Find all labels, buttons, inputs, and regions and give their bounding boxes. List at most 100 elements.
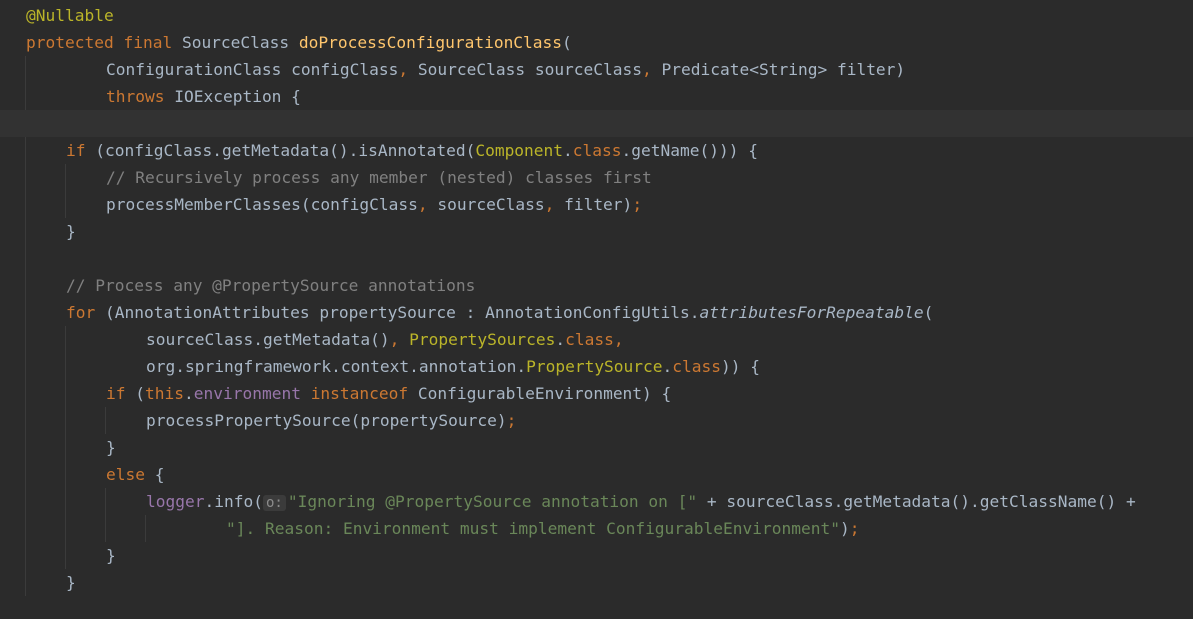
code-token: ) <box>839 519 850 538</box>
code-line[interactable] <box>0 245 1193 272</box>
code-line-content: else { <box>106 461 164 488</box>
code-line-content: } <box>106 434 116 461</box>
code-token: class <box>672 357 722 376</box>
code-token: , <box>389 330 410 349</box>
code-token: ConfigurationClass configClass <box>106 60 399 79</box>
code-line-content: // Process any @PropertySource annotatio… <box>66 272 475 299</box>
code-line[interactable]: processPropertySource(propertySource); <box>0 407 1193 434</box>
code-token: attributesForRepeatable <box>699 303 924 322</box>
code-line[interactable] <box>0 596 1193 619</box>
code-line[interactable]: } <box>0 542 1193 569</box>
code-line[interactable]: ConfigurationClass configClass, SourceCl… <box>0 56 1193 83</box>
code-token: + sourceClass.getMetadata().getClassName… <box>697 492 1136 511</box>
code-token: . <box>183 384 194 403</box>
code-token: // Process any @PropertySource annotatio… <box>66 276 476 295</box>
code-line[interactable]: processMemberClasses(configClass, source… <box>0 191 1193 218</box>
code-line[interactable]: // Recursively process any member (neste… <box>0 164 1193 191</box>
code-token: (AnnotationAttributes propertySource : A… <box>95 303 700 322</box>
code-line-content: } <box>106 542 116 569</box>
code-line-content: processMemberClasses(configClass, source… <box>106 191 642 218</box>
code-editor[interactable]: @Nullable protected final SourceClass doP… <box>0 0 1193 619</box>
code-line-content: for (AnnotationAttributes propertySource… <box>66 299 933 326</box>
code-token: ; <box>849 519 860 538</box>
code-token: . <box>662 357 673 376</box>
code-token: ( <box>562 33 572 52</box>
code-line[interactable]: "]. Reason: Environment must implement C… <box>0 515 1193 542</box>
code-line-content: "]. Reason: Environment must implement C… <box>226 515 859 542</box>
code-token: protected <box>26 33 114 52</box>
code-token: . <box>555 330 566 349</box>
code-line[interactable]: sourceClass.getMetadata(), PropertySourc… <box>0 326 1193 353</box>
code-token: } <box>106 546 116 565</box>
code-line-content: org.springframework.context.annotation.P… <box>146 353 760 380</box>
code-line[interactable]: throws IOException { <box>0 83 1193 110</box>
code-token: , <box>642 60 662 79</box>
code-token: // Recursively process any member (neste… <box>106 168 652 187</box>
code-token: "Ignoring @PropertySource annotation on … <box>287 492 698 511</box>
code-token: SourceClass sourceClass <box>417 60 643 79</box>
code-line-content: if (this.environment instanceof Configur… <box>106 380 671 407</box>
code-token: Component <box>475 141 564 160</box>
code-line-content: // Recursively process any member (neste… <box>106 164 652 191</box>
code-line[interactable]: else { <box>0 461 1193 488</box>
code-token: .getName())) { <box>621 141 758 160</box>
code-token: processPropertySource(propertySource) <box>146 411 507 430</box>
code-token: logger <box>146 492 205 511</box>
code-token: doProcessConfigurationClass <box>298 33 563 52</box>
code-line[interactable]: if (configClass.getMetadata().isAnnotate… <box>0 137 1193 164</box>
code-line-content: } <box>66 569 76 596</box>
code-token: ; <box>506 411 517 430</box>
code-line-content: if (configClass.getMetadata().isAnnotate… <box>66 137 758 164</box>
code-token: )) { <box>721 357 761 376</box>
code-token: } <box>66 573 76 592</box>
code-token: } <box>66 222 76 241</box>
code-token: ; <box>632 195 643 214</box>
code-token: sourceClass.getMetadata() <box>146 330 390 349</box>
code-line[interactable]: for (AnnotationAttributes propertySource… <box>0 299 1193 326</box>
code-token: @Nullable <box>26 6 114 25</box>
code-line[interactable]: if (this.environment instanceof Configur… <box>0 380 1193 407</box>
code-token: org.springframework.context.annotation. <box>146 357 527 376</box>
code-line-content: throws IOException { <box>106 83 301 110</box>
code-line-content: @Nullable <box>26 2 114 29</box>
code-token: PropertySources <box>409 330 556 349</box>
code-line-content: processPropertySource(propertySource); <box>146 407 516 434</box>
code-line-content: logger.info(o: "Ignoring @PropertySource … <box>146 488 1136 517</box>
code-token: if <box>106 384 126 403</box>
code-line-content: protected final SourceClass doProcessCon… <box>26 29 572 56</box>
code-token: throws <box>106 87 165 106</box>
code-token: ( <box>125 384 145 403</box>
code-token: if <box>66 141 86 160</box>
code-token: , <box>544 195 565 214</box>
code-token: filter) <box>564 195 633 214</box>
code-line-content: ConfigurationClass configClass, SourceCl… <box>106 56 905 83</box>
code-token: environment <box>193 384 301 403</box>
code-line[interactable]: } <box>0 434 1193 461</box>
code-token: , <box>398 60 418 79</box>
code-token: } <box>106 438 116 457</box>
code-token: (configClass.getMetadata().isAnnotated( <box>85 141 476 160</box>
code-line-content: sourceClass.getMetadata(), PropertySourc… <box>146 326 624 353</box>
code-line[interactable]: // Process any @PropertySource annotatio… <box>0 272 1193 299</box>
code-line[interactable]: logger.info(o: "Ignoring @PropertySource … <box>0 488 1193 515</box>
code-line[interactable]: protected final SourceClass doProcessCon… <box>0 29 1193 56</box>
code-token: sourceClass <box>437 195 545 214</box>
code-token: . <box>563 141 573 160</box>
code-token: ConfigurableEnvironment) { <box>408 384 672 403</box>
code-token: "]. Reason: Environment must implement C… <box>226 519 840 538</box>
code-token: class <box>565 330 614 349</box>
code-line[interactable]: org.springframework.context.annotation.P… <box>0 353 1193 380</box>
code-line[interactable]: @Nullable <box>0 2 1193 29</box>
code-token: PropertySource <box>526 357 663 376</box>
code-token: { <box>144 465 165 484</box>
code-token: Predicate<String> filter) <box>661 60 906 79</box>
code-line[interactable]: } <box>0 218 1193 245</box>
code-token: class <box>572 141 622 160</box>
code-token: , <box>417 195 438 214</box>
code-token: processMemberClasses(configClass <box>106 195 418 214</box>
code-token: final <box>123 33 173 52</box>
code-line[interactable]: } <box>0 569 1193 596</box>
code-line[interactable] <box>0 110 1193 137</box>
